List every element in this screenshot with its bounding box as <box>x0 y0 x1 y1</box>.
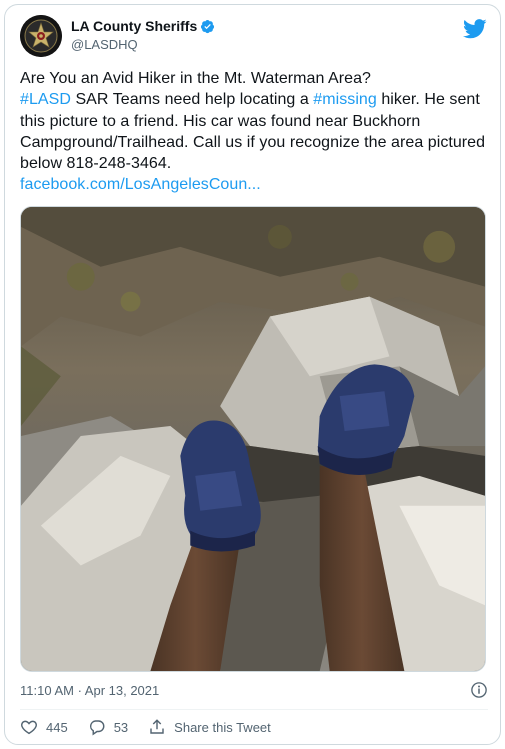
share-label: Share this Tweet <box>174 719 271 735</box>
reply-button[interactable]: 53 <box>88 718 128 736</box>
tweet-card[interactable]: LA County Sheriffs @LASDHQ Are You an Av… <box>4 4 501 745</box>
tweet-header: LA County Sheriffs @LASDHQ <box>20 15 487 59</box>
tweet-text: Are You an Avid Hiker in the Mt. Waterma… <box>20 68 490 196</box>
tweet-text-line1: Are You an Avid Hiker in the Mt. Waterma… <box>20 70 371 87</box>
share-button[interactable]: Share this Tweet <box>148 718 271 736</box>
like-count: 445 <box>46 719 68 735</box>
verified-badge-icon <box>200 19 215 34</box>
tweet-timestamp[interactable]: 11:10 AM · Apr 13, 2021 <box>20 683 159 698</box>
hashtag-lasd-link[interactable]: #LASD <box>20 91 71 108</box>
divider <box>20 709 488 710</box>
like-button[interactable]: 445 <box>20 718 68 736</box>
share-icon <box>150 719 164 734</box>
tweet-actions: 445 53 Share this Tweet <box>20 715 291 739</box>
author-handle[interactable]: @LASDHQ <box>71 37 215 52</box>
hiker-photo-image <box>21 207 485 671</box>
author-names: LA County Sheriffs @LASDHQ <box>71 18 215 52</box>
facebook-link[interactable]: facebook.com/LosAngelesCoun... <box>20 176 261 193</box>
sheriff-star-icon <box>20 15 62 57</box>
tweet-photo[interactable] <box>20 206 486 672</box>
tweet-meta: 11:10 AM · Apr 13, 2021 <box>20 681 488 701</box>
reply-count: 53 <box>113 719 129 735</box>
info-icon[interactable] <box>470 681 488 699</box>
heart-icon <box>21 720 37 735</box>
hashtag-missing-link[interactable]: #missing <box>313 91 377 108</box>
display-name-row: LA County Sheriffs <box>71 18 215 34</box>
twitter-bird-icon[interactable] <box>463 19 487 39</box>
reply-icon <box>89 720 105 736</box>
tweet-text-part-a: SAR Teams need help locating a <box>70 91 314 109</box>
display-name[interactable]: LA County Sheriffs <box>71 18 197 34</box>
avatar[interactable] <box>20 15 62 57</box>
